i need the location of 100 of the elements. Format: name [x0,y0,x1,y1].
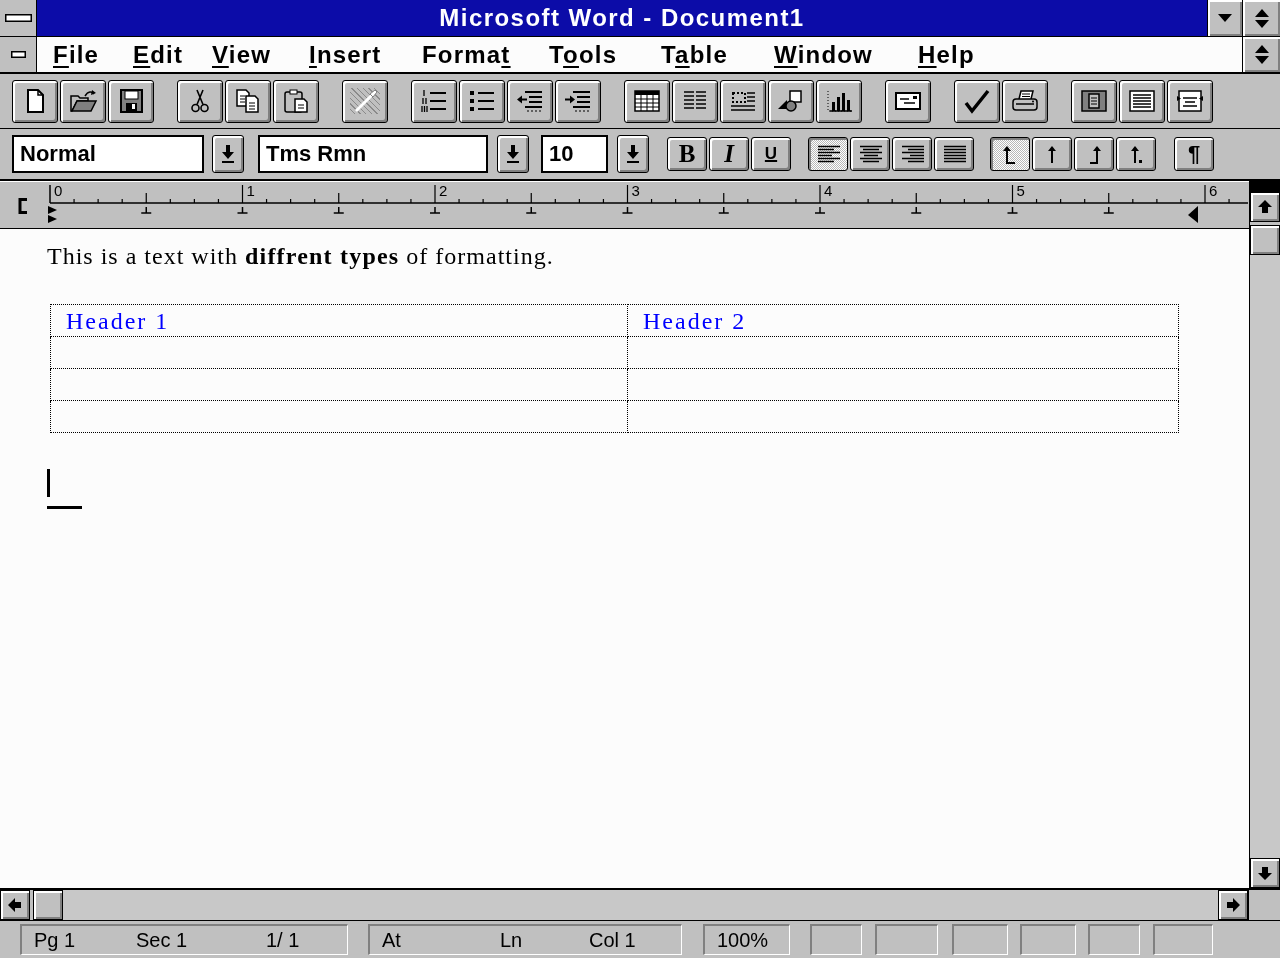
status-indicator-panel [1088,924,1140,955]
paste-button[interactable] [273,79,319,123]
scrollbar-thumb[interactable] [1250,225,1280,255]
zoom-page-width-button[interactable] [1167,79,1213,123]
right-tab-button[interactable] [1074,137,1114,171]
left-tab-button[interactable] [990,137,1030,171]
lined-page-icon [1127,88,1157,114]
chart-button[interactable] [816,79,862,123]
align-justify-button[interactable] [934,137,974,171]
scroll-down-button[interactable] [1250,858,1280,888]
first-line-indent-icon[interactable] [48,206,57,214]
decimal-tab-button[interactable] [1116,137,1156,171]
zoom-100-button[interactable] [1119,79,1165,123]
document-restore-button[interactable] [1242,37,1280,72]
ruler-number: 2 [438,183,449,198]
table-cell: Header 1 [50,304,628,337]
align-right-button[interactable] [892,137,932,171]
framed-page-icon [1079,88,1109,114]
font-size-field[interactable]: 10 [541,135,608,173]
font-field[interactable]: Tms Rmn [258,135,488,173]
scroll-left-button[interactable] [0,890,30,920]
open-folder-icon [68,88,98,114]
align-center-button[interactable] [850,137,890,171]
bulleted-list-button[interactable] [459,79,505,123]
status-indicator-panel [952,924,1008,955]
align-right-icon [900,145,924,163]
ruler-number: 1 [245,183,256,198]
left-tab-arrow-icon [1003,144,1017,164]
decrease-indent-button[interactable] [507,79,553,123]
increase-indent-button[interactable] [555,79,601,123]
show-marks-button[interactable]: ¶ [1174,137,1214,171]
scale-bracket-icon[interactable] [18,198,27,214]
style-dropdown-button[interactable] [212,135,244,173]
end-of-document-mark [47,506,82,509]
minimize-button[interactable] [1207,0,1242,36]
menu-item[interactable]: Table [661,38,728,70]
window-title: Microsoft Word - Document1 [37,0,1207,36]
ruler-number: 4 [823,183,834,198]
print-button[interactable] [1002,79,1048,123]
copy-button[interactable] [225,79,271,123]
scrollbar-thumb[interactable] [33,890,63,920]
status-text: Sec 1 [136,928,189,952]
menu-item[interactable]: Format [422,38,511,70]
spelling-button[interactable] [954,79,1000,123]
cut-button[interactable] [177,79,223,123]
new-document-button[interactable] [12,79,58,123]
menu-item[interactable]: Window [774,38,873,70]
brush-icon [350,88,380,114]
ruler-number: 6 [1208,183,1219,198]
scroll-up-button[interactable] [1250,192,1280,222]
tally-marks-list-icon [419,88,449,114]
status-indicator-panel [875,924,938,955]
status-indicator-panel [1153,924,1213,955]
menu-item[interactable]: Tools [549,38,618,70]
right-indent-icon[interactable] [1188,206,1198,223]
style-field[interactable]: Normal [12,135,204,173]
menu-item[interactable]: Edit [133,38,184,70]
menu-item[interactable]: Insert [309,38,382,70]
scroll-right-button[interactable] [1218,890,1248,920]
ruler-number: 5 [1015,183,1026,198]
insert-table-button[interactable] [624,79,670,123]
bold-button[interactable]: B [667,137,707,171]
right-arrow-lines-icon [563,88,593,114]
font-dropdown-button[interactable] [497,135,529,173]
menu-item[interactable]: Help [918,38,975,70]
align-left-button[interactable] [808,137,848,171]
down-arrow-icon [506,145,520,163]
right-tab-arrow-icon [1087,144,1101,164]
status-text: 100% [717,928,770,952]
numbered-list-button[interactable] [411,79,457,123]
up-down-triangles-icon [1254,45,1269,64]
align-left-icon [816,145,840,163]
status-text: 1/ 1 [266,928,301,952]
frame-button[interactable] [720,79,766,123]
drawing-button[interactable] [768,79,814,123]
left-arrow-lines-icon [515,88,545,114]
ruler-number: 0 [53,183,64,198]
status-text: Col 1 [589,928,637,952]
status-text: Ln [500,928,524,952]
save-button[interactable] [108,79,154,123]
zoom-whole-page-button[interactable] [1071,79,1117,123]
document-menu-button[interactable] [0,37,37,72]
printer-icon [1010,88,1040,114]
underline-button[interactable]: U [751,137,791,171]
down-arrow-icon [1257,865,1273,881]
menu-item[interactable]: File [53,38,100,70]
menu-item[interactable]: View [212,38,272,70]
horizontal-bar-icon [4,14,32,22]
right-arrow-icon [1225,897,1241,913]
down-arrow-icon [221,145,235,163]
restore-button[interactable] [1242,0,1280,36]
left-indent-icon[interactable] [48,215,57,223]
columns-button[interactable] [672,79,718,123]
envelope-button[interactable] [885,79,931,123]
italic-button[interactable]: I [709,137,749,171]
center-tab-button[interactable] [1032,137,1072,171]
status-indicator-panel [810,924,862,955]
font-size-dropdown-button[interactable] [617,135,649,173]
down-arrow-icon [626,145,640,163]
open-button[interactable] [60,79,106,123]
